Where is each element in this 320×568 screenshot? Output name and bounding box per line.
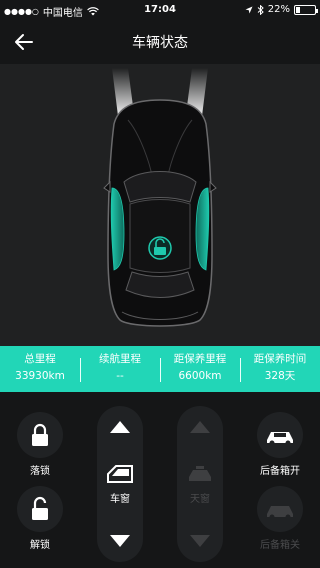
stat-value: -- [116,370,124,382]
padlock-unlocked-icon [32,496,48,520]
sunroof-control: 天窗 [177,406,223,562]
car-status-panel [0,64,320,346]
remote-controls: 落锁 解锁 车窗 天窗 后备箱开 后备箱关 [0,392,320,568]
stat-range: 续航里程 -- [80,346,160,392]
lock-label: 落锁 [30,466,50,477]
trunk-open-label: 后备箱开 [260,466,300,477]
stat-service-distance: 距保养里程 6600km [160,346,240,392]
window-control: 车窗 [97,406,143,562]
car-window-icon [107,465,133,483]
sunroof-close-arrow-icon [190,535,210,547]
lock-button[interactable] [17,412,63,458]
windshield [123,171,197,203]
stat-value: 6600km [178,370,222,382]
status-bar: ●●●●○ 中国电信 17:04 22% [0,0,320,20]
car-top-view [103,68,217,327]
unlock-button[interactable] [17,486,63,532]
stat-label: 续航里程 [99,353,141,365]
page-title: 车辆状态 [132,35,188,51]
stat-total-mileage: 总里程 33930km [0,346,80,392]
nav-bar: 车辆状态 [0,20,320,64]
car-trunk-open-icon [267,432,293,446]
vehicle-stats-bar: 总里程 33930km 续航里程 -- 距保养里程 6600km 距保养时间 3… [0,346,320,392]
stat-value: 328天 [264,370,296,382]
battery-percent: 22% [267,4,290,15]
left-mirror [103,180,111,193]
sunroof-open-arrow-icon [190,421,210,433]
padlock-locked-icon [32,423,48,446]
trunk-close-label: 后备箱关 [260,540,300,551]
stat-label: 距保养时间 [253,353,307,365]
unlock-label: 解锁 [30,540,50,551]
trunk-close-button [257,486,303,532]
roof [129,199,191,273]
sunroof-label: 天窗 [190,494,210,505]
stat-label: 距保养里程 [173,353,227,365]
bluetooth-icon [257,4,264,15]
car-roof-icon [189,466,211,481]
car-trunk-close-icon [267,506,293,520]
location-icon [245,6,253,13]
window-label: 车窗 [110,494,130,505]
window-up-arrow-icon[interactable] [109,420,131,434]
stat-label: 总里程 [24,353,56,365]
right-mirror [209,180,217,193]
stat-value: 33930km [15,370,65,382]
trunk-open-button[interactable] [257,412,303,458]
battery-icon [294,4,318,15]
stat-service-time: 距保养时间 328天 [240,346,320,392]
window-down-arrow-icon[interactable] [109,534,131,548]
